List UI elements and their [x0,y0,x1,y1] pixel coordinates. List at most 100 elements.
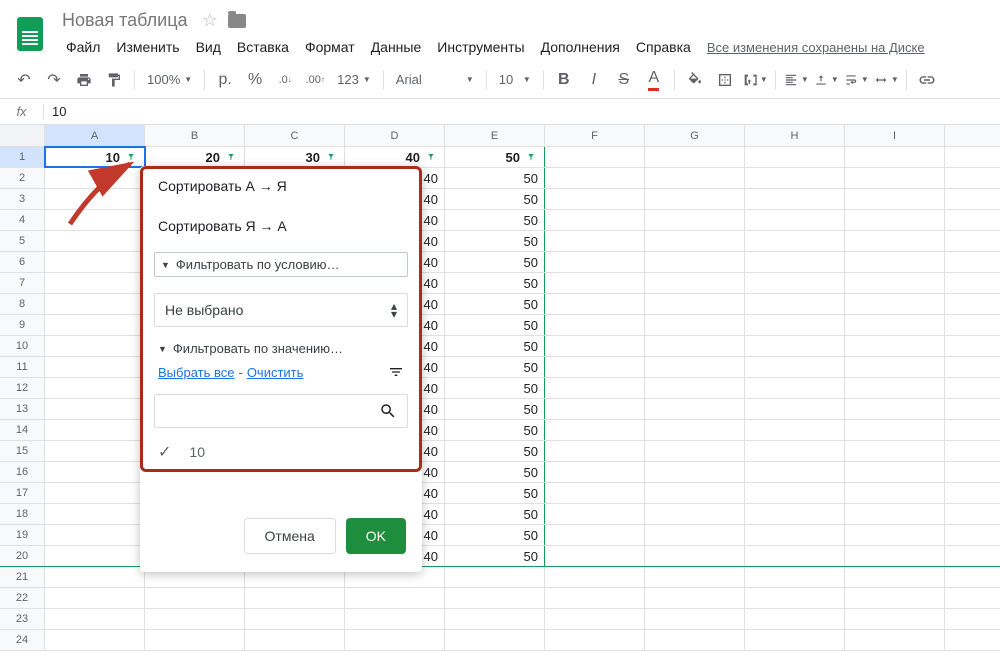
cell[interactable] [745,504,845,524]
cell[interactable] [645,420,745,440]
cell[interactable] [45,504,145,524]
cell[interactable] [645,294,745,314]
row-header[interactable]: 9 [0,315,45,335]
row-header[interactable]: 16 [0,462,45,482]
cell[interactable]: 50 [445,336,545,356]
cell[interactable]: 30 [245,147,345,167]
cell[interactable] [645,462,745,482]
cell[interactable] [545,546,645,566]
col-header-b[interactable]: B [145,125,245,146]
cell[interactable] [845,336,945,356]
cell[interactable] [745,525,845,545]
cell[interactable] [45,315,145,335]
bold-icon[interactable]: B [550,66,578,94]
formula-input[interactable]: 10 [44,104,1000,119]
cell[interactable] [745,273,845,293]
cell[interactable]: 50 [445,168,545,188]
col-header-f[interactable]: F [545,125,645,146]
row-header[interactable]: 19 [0,525,45,545]
filter-icon[interactable] [524,150,538,164]
filter-icon[interactable] [388,364,404,380]
row-header[interactable]: 5 [0,231,45,251]
cell[interactable] [45,378,145,398]
menu-view[interactable]: Вид [188,35,229,59]
cell[interactable]: 50 [445,462,545,482]
cell[interactable] [45,441,145,461]
filter-icon[interactable] [324,150,338,164]
folder-icon[interactable] [228,14,246,28]
cell[interactable] [745,294,845,314]
cell[interactable] [745,399,845,419]
cell[interactable] [845,504,945,524]
cell[interactable] [645,357,745,377]
cell[interactable] [745,441,845,461]
cell[interactable] [745,336,845,356]
cell[interactable] [645,441,745,461]
cell[interactable] [845,546,945,566]
cell[interactable] [545,483,645,503]
cell[interactable] [145,609,245,629]
row-header[interactable]: 10 [0,336,45,356]
menu-file[interactable]: Файл [58,35,108,59]
cell[interactable]: 50 [445,546,545,566]
cell[interactable] [545,168,645,188]
cell[interactable] [645,630,745,650]
cell[interactable] [545,357,645,377]
cell[interactable] [845,252,945,272]
redo-icon[interactable]: ↷ [40,66,68,94]
row-header[interactable]: 21 [0,567,45,587]
cell[interactable]: 50 [445,315,545,335]
cell[interactable] [45,483,145,503]
select-all-link[interactable]: Выбрать все [158,365,234,380]
percent-icon[interactable]: % [241,66,269,94]
cell[interactable] [845,378,945,398]
cell[interactable] [545,609,645,629]
cell[interactable] [845,210,945,230]
cell[interactable]: 50 [445,420,545,440]
cell[interactable] [645,315,745,335]
cell[interactable] [745,588,845,608]
font-select[interactable]: Arial▼ [390,67,480,93]
row-header[interactable]: 1 [0,147,45,167]
currency-icon[interactable]: р. [211,66,239,94]
filter-by-condition-toggle[interactable]: ▼ Фильтровать по условию… [154,252,408,277]
cell[interactable] [845,588,945,608]
cell[interactable] [45,567,145,587]
cell[interactable] [45,546,145,566]
cell[interactable] [845,399,945,419]
cell[interactable] [545,399,645,419]
cell[interactable] [645,504,745,524]
cell[interactable] [645,147,745,167]
clear-link[interactable]: Очистить [247,365,304,380]
menu-data[interactable]: Данные [363,35,430,59]
menu-addons[interactable]: Дополнения [533,35,628,59]
cell[interactable] [645,378,745,398]
col-header-c[interactable]: C [245,125,345,146]
paint-format-icon[interactable] [100,66,128,94]
filter-icon[interactable] [424,150,438,164]
cell[interactable] [545,420,645,440]
doc-title[interactable]: Новая таблица [58,8,192,33]
col-header-a[interactable]: A [45,125,145,146]
cell[interactable]: 50 [445,210,545,230]
cell[interactable]: 50 [445,147,545,167]
undo-icon[interactable]: ↶ [10,66,38,94]
cell[interactable] [345,609,445,629]
cell[interactable]: 50 [445,525,545,545]
col-header-e[interactable]: E [445,125,545,146]
row-header[interactable]: 11 [0,357,45,377]
cell[interactable] [445,588,545,608]
cell[interactable] [45,294,145,314]
save-status[interactable]: Все изменения сохранены на Диске [707,40,925,55]
borders-icon[interactable] [711,66,739,94]
cell[interactable] [245,630,345,650]
strike-icon[interactable]: S [610,66,638,94]
col-header-g[interactable]: G [645,125,745,146]
link-icon[interactable] [913,66,941,94]
cell[interactable] [845,168,945,188]
menu-insert[interactable]: Вставка [229,35,297,59]
cell[interactable] [845,315,945,335]
cell[interactable] [745,147,845,167]
cell[interactable] [745,252,845,272]
menu-edit[interactable]: Изменить [108,35,187,59]
